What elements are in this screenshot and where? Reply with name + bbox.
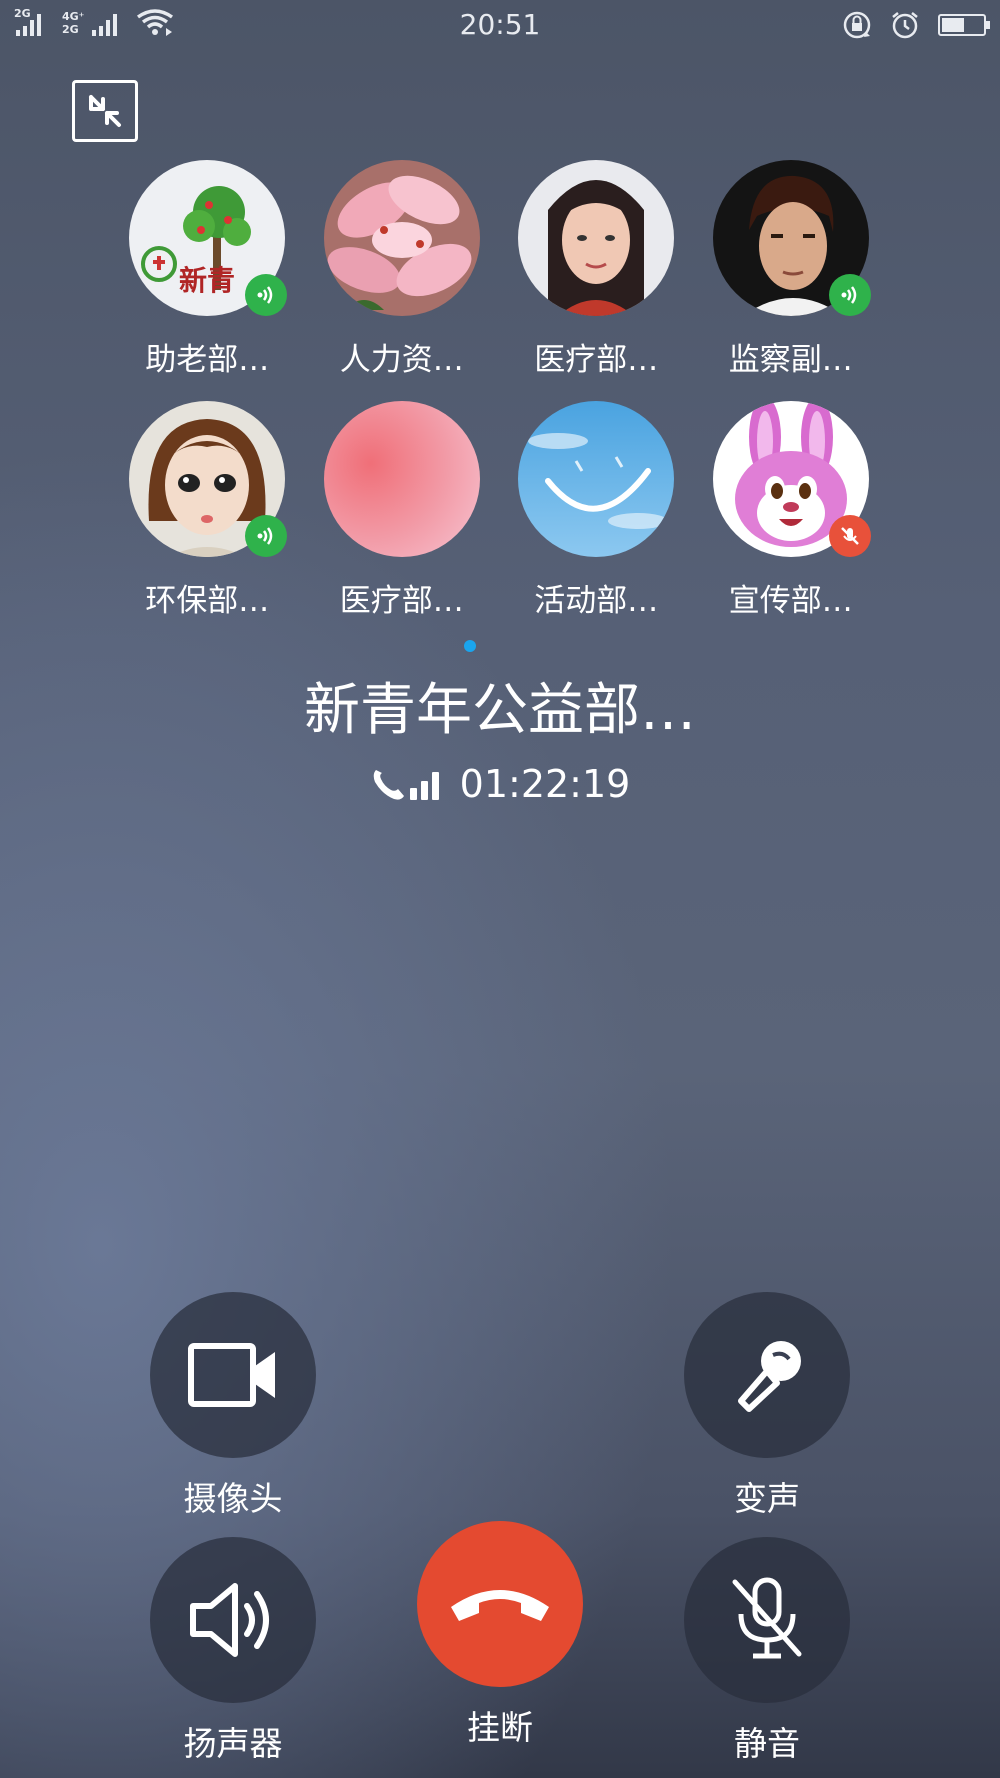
video-camera-icon [188, 1343, 275, 1407]
microphone-toy-icon [738, 1341, 801, 1412]
speaking-indicator-icon [245, 515, 288, 557]
avatar [518, 401, 675, 557]
avatar [323, 160, 480, 316]
minimize-arrows-icon [89, 95, 121, 127]
participant-card[interactable]: 新青 助老部… [110, 160, 305, 379]
participant-card[interactable]: 环保部… [110, 401, 305, 620]
speaker-button[interactable] [150, 1537, 316, 1703]
participant-name: 助老部… [145, 342, 270, 378]
participant-name: 人力资… [339, 342, 464, 378]
participant-name: 环保部… [145, 583, 270, 619]
battery-icon [938, 14, 990, 36]
mute-control: 静音 [667, 1537, 867, 1765]
hangup-phone-icon [451, 1590, 549, 1621]
muted-indicator-icon [828, 515, 871, 557]
call-info: 01:22:19 [0, 762, 1000, 806]
participant-card[interactable]: 监察副… [694, 160, 889, 379]
camera-label: 摄像头 [183, 1479, 283, 1518]
microphone-off-icon [732, 1577, 802, 1659]
hangup-control: 挂断 [400, 1521, 600, 1749]
rotation-lock-icon [843, 11, 871, 39]
speaker-label: 扬声器 [183, 1724, 283, 1763]
speaking-indicator-icon [828, 274, 871, 316]
avatar [518, 160, 675, 316]
group-call-title: 新青年公益部… [304, 678, 696, 743]
speaking-indicator-icon [245, 274, 288, 316]
speaker-icon [190, 1583, 269, 1657]
voice-change-label: 变声 [734, 1479, 800, 1518]
participant-name: 宣传部… [728, 583, 853, 619]
phone-signal-icon [373, 770, 439, 800]
avatar [323, 401, 480, 557]
participant-name: 医疗部… [534, 342, 659, 378]
camera-button[interactable] [150, 1292, 316, 1458]
speaker-control: 扬声器 [133, 1537, 333, 1765]
participant-card[interactable]: 人力资… [305, 160, 500, 379]
mute-label: 静音 [734, 1724, 800, 1763]
hangup-label: 挂断 [467, 1708, 533, 1747]
participant-card[interactable]: 医疗部… [305, 401, 500, 620]
participant-card[interactable]: 活动部… [499, 401, 694, 620]
participant-card[interactable]: 宣传部… [694, 401, 889, 620]
camera-control: 摄像头 [133, 1292, 333, 1520]
hangup-button[interactable] [417, 1521, 583, 1687]
voice-change-button[interactable] [684, 1292, 850, 1458]
participant-name: 医疗部… [339, 583, 464, 619]
minimize-call-button[interactable] [72, 80, 138, 142]
call-duration: 01:22:19 [459, 762, 631, 806]
mute-button[interactable] [684, 1537, 850, 1703]
participants-grid: 新青 助老部… 人力资… 医疗部… 监察副… 环保部… 医疗部… 活动部… 宣传… [110, 160, 910, 620]
participant-name: 监察副… [728, 342, 853, 378]
svg-text:新青: 新青 [179, 264, 235, 297]
page-indicator-dot [464, 640, 476, 652]
participant-name: 活动部… [534, 583, 659, 619]
voice-change-control: 变声 [667, 1292, 867, 1520]
status-bar: 2G 4G⁺ 2G 20:51 [0, 0, 1000, 52]
battery-level-fill [942, 18, 964, 32]
alarm-icon [892, 12, 918, 39]
participant-card[interactable]: 医疗部… [499, 160, 694, 379]
